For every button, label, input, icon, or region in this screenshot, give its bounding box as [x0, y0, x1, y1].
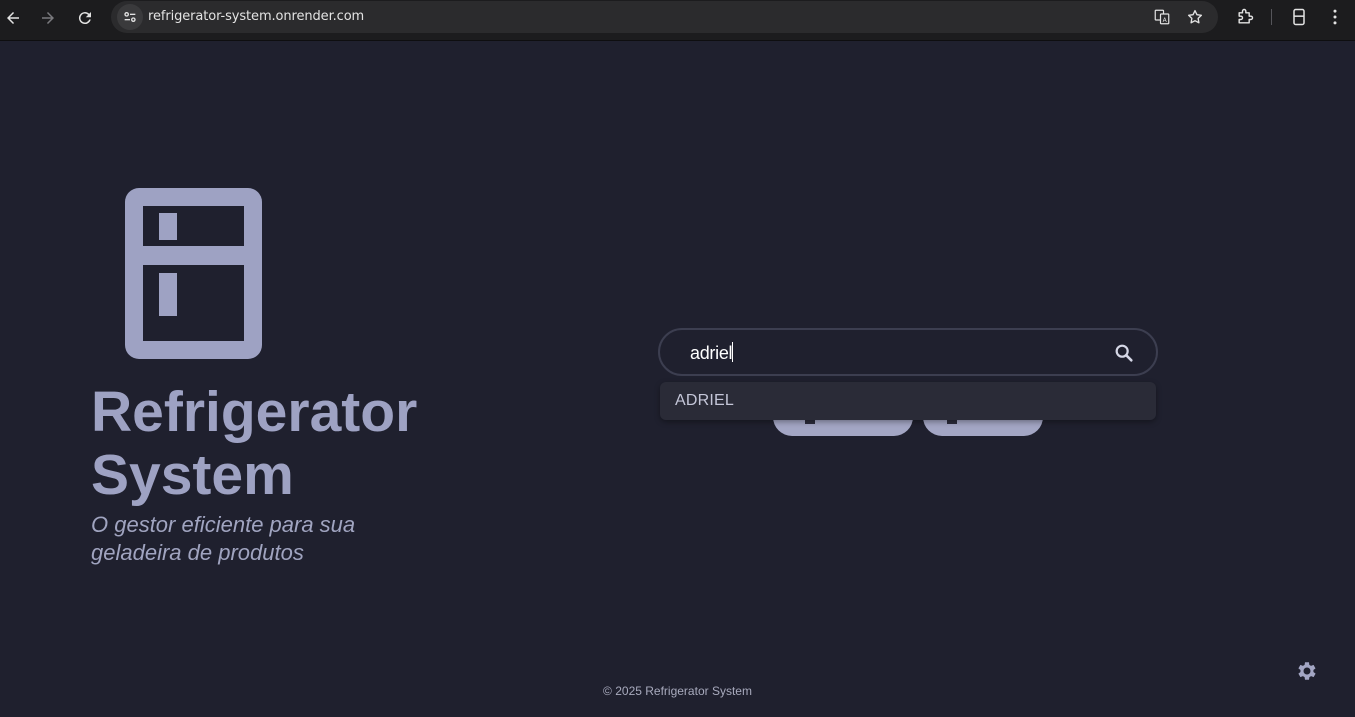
tune-icon: [124, 12, 136, 22]
refrigerator-icon: [122, 185, 265, 362]
footer: © 2025 Refrigerator System: [0, 684, 1355, 698]
star-icon: [1187, 9, 1203, 24]
bookmark-button[interactable]: [1185, 7, 1205, 27]
search-button[interactable]: [1112, 341, 1136, 365]
back-button[interactable]: [0, 5, 26, 31]
toolbar-divider: [1271, 9, 1272, 25]
browser-toolbar: refrigerator-system.onrender.com A: [0, 0, 1355, 41]
suggestion-item[interactable]: ADRIEL: [675, 392, 734, 410]
side-panel-button[interactable]: [1288, 6, 1310, 28]
gear-icon: [1298, 662, 1316, 680]
forward-button[interactable]: [35, 5, 61, 31]
puzzle-icon: [1238, 8, 1254, 24]
search-suggestions: ADRIEL: [660, 382, 1156, 420]
settings-button[interactable]: [1294, 658, 1320, 684]
site-info-button[interactable]: [117, 4, 143, 30]
translate-button[interactable]: A: [1152, 7, 1172, 27]
extensions-button[interactable]: [1234, 6, 1256, 28]
app-subtitle: O gestor eficiente para sua geladeira de…: [91, 512, 356, 565]
reload-icon: [78, 12, 91, 25]
arrow-right-icon: [42, 12, 54, 24]
footer-copyright: © 2025 Refrigerator System: [603, 684, 752, 698]
address-bar[interactable]: refrigerator-system.onrender.com A: [111, 1, 1218, 33]
search-input[interactable]: [690, 340, 1090, 366]
search-box[interactable]: [658, 328, 1158, 376]
translate-icon: A: [1154, 9, 1170, 25]
search-icon: [1115, 344, 1133, 362]
reload-button[interactable]: [72, 5, 98, 31]
app-title: Refrigerator System: [91, 380, 418, 507]
side-panel-icon: [1293, 8, 1305, 26]
browser-menu-button[interactable]: [1324, 6, 1346, 28]
kebab-menu-icon: [1333, 9, 1337, 25]
url-text: refrigerator-system.onrender.com: [148, 9, 365, 24]
text-cursor: [732, 342, 733, 362]
arrow-left-icon: [7, 12, 19, 24]
